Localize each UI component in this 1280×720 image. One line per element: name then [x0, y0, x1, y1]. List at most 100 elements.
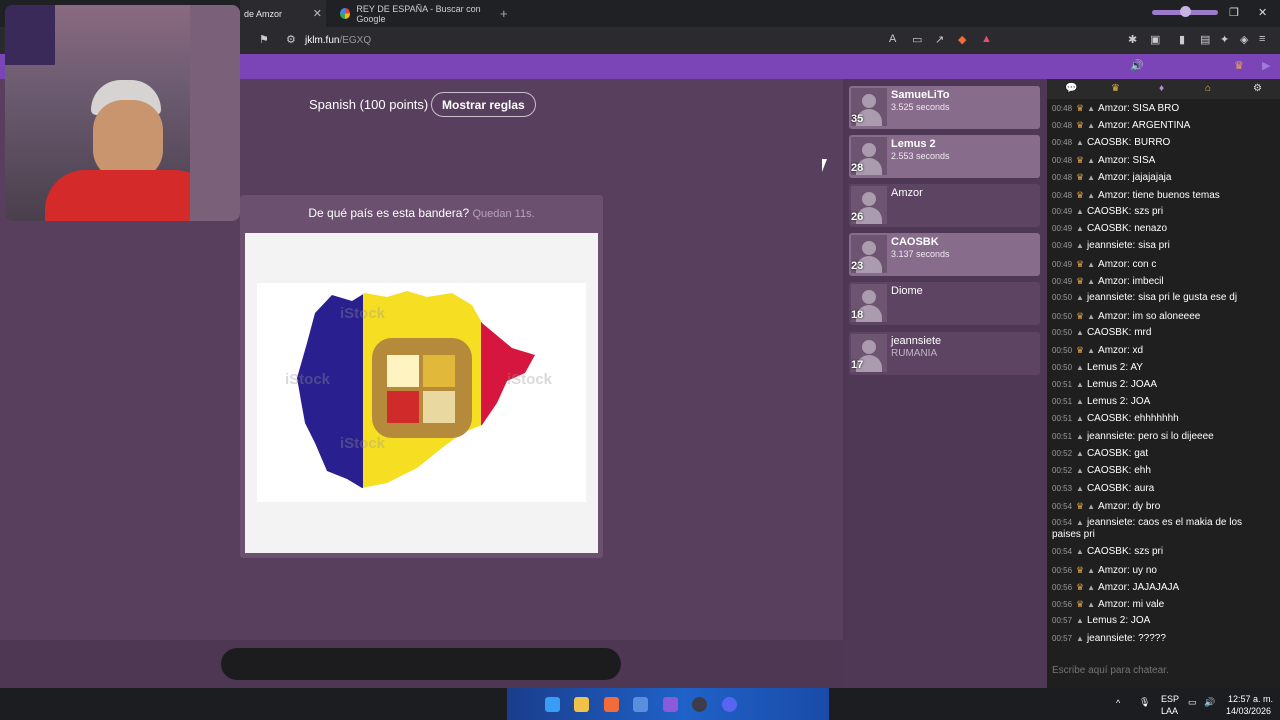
- mouse-cursor: [822, 159, 832, 172]
- extensions-icon[interactable]: ✱: [1128, 33, 1137, 46]
- answer-input[interactable]: [221, 648, 621, 680]
- vpn-icon[interactable]: ◈: [1240, 33, 1248, 46]
- user-icon: ▲: [1076, 518, 1084, 528]
- player-card[interactable]: 17 jeannsiete RUMANIA: [849, 332, 1040, 375]
- chat-user[interactable]: Lemus 2: [1087, 362, 1125, 373]
- restore-icon[interactable]: ❐: [1229, 6, 1239, 19]
- translate-icon[interactable]: A: [889, 33, 896, 45]
- chat-time: 00:56: [1052, 565, 1073, 575]
- store-icon[interactable]: [633, 697, 648, 712]
- close-window-icon[interactable]: ✕: [1258, 6, 1267, 19]
- chat-user[interactable]: CAOSBK: [1087, 327, 1129, 338]
- chat-text: ?????: [1138, 632, 1166, 644]
- chat-time: 00:56: [1052, 582, 1073, 592]
- chat-user[interactable]: CAOSBK: [1087, 483, 1129, 494]
- chat-user[interactable]: jeannsiete: [1087, 633, 1133, 644]
- chat-message: 00:54 ▲ jeannsiete: caos es el makia de lo…: [1052, 517, 1243, 541]
- tab-game[interactable]: de Amzor ✕: [240, 0, 326, 27]
- brave-browser-icon[interactable]: [604, 697, 619, 712]
- chat-user[interactable]: Amzor: [1098, 501, 1127, 512]
- bookmark-icon[interactable]: ⚑: [259, 33, 269, 46]
- chat-user[interactable]: Lemus 2: [1087, 379, 1125, 390]
- chat-user[interactable]: Amzor: [1098, 172, 1127, 183]
- tab-close-icon[interactable]: ✕: [313, 7, 322, 20]
- wallet-icon[interactable]: ▤: [1200, 33, 1210, 46]
- url-host: jklm.fun: [305, 35, 340, 46]
- chat-user[interactable]: jeannsiete: [1087, 517, 1133, 528]
- volume-slider-knob[interactable]: [1180, 6, 1191, 17]
- user-icon: ▲: [1076, 293, 1084, 303]
- chat-user[interactable]: Amzor: [1098, 155, 1127, 166]
- chat-user[interactable]: Amzor: [1098, 259, 1127, 270]
- player-card[interactable]: 18 Diome: [849, 282, 1040, 325]
- andorra-flag-map-shape: [297, 291, 535, 488]
- room-tab-icon[interactable]: ♦: [1159, 83, 1164, 94]
- chat-user[interactable]: CAOSBK: [1087, 413, 1129, 424]
- chat-user[interactable]: CAOSBK: [1087, 137, 1129, 148]
- network-icon[interactable]: ▭: [1188, 697, 1197, 708]
- chat-user[interactable]: jeannsiete: [1087, 292, 1133, 303]
- chat-message: 00:57 ▲ jeannsiete: ?????: [1052, 632, 1166, 644]
- player-card[interactable]: 35 SamueLiTo 3.525 seconds: [849, 86, 1040, 129]
- chat-user[interactable]: Amzor: [1098, 103, 1127, 114]
- chat-user[interactable]: Amzor: [1098, 565, 1127, 576]
- chat-user[interactable]: Amzor: [1098, 345, 1127, 356]
- players-tab-icon[interactable]: ♛: [1111, 83, 1120, 94]
- sidebar-icon[interactable]: ▮: [1179, 33, 1185, 46]
- clock-time[interactable]: 12:57 a. m.: [1228, 694, 1273, 704]
- chat-user[interactable]: jeannsiete: [1087, 240, 1133, 251]
- chat-time: 00:48: [1052, 155, 1073, 165]
- discord-icon[interactable]: [722, 697, 737, 712]
- player-card[interactable]: 26 Amzor: [849, 184, 1040, 227]
- tray-chevron-icon[interactable]: ^: [1116, 698, 1120, 708]
- volume-icon[interactable]: 🔊: [1130, 59, 1144, 72]
- user-icon: ▲: [1087, 346, 1096, 356]
- chat-tab-icon[interactable]: 💬: [1065, 83, 1077, 94]
- flag-image: iStock iStock iStock iStock: [257, 283, 586, 502]
- chat-user[interactable]: CAOSBK: [1087, 223, 1129, 234]
- chat-input[interactable]: [1047, 652, 1280, 688]
- cast-icon[interactable]: ▭: [912, 33, 922, 46]
- settings-tab-icon[interactable]: ⚙: [1253, 83, 1262, 94]
- tab-google[interactable]: REY DE ESPAÑA - Buscar con Google: [334, 0, 504, 27]
- chat-user[interactable]: Amzor: [1098, 276, 1127, 287]
- chat-user[interactable]: CAOSBK: [1087, 448, 1129, 459]
- volume-tray-icon[interactable]: 🔊: [1204, 697, 1215, 708]
- user-icon: ▲: [1076, 137, 1084, 147]
- url-field[interactable]: jklm.fun/EGXQ: [305, 35, 371, 46]
- chat-user[interactable]: CAOSBK: [1087, 465, 1129, 476]
- screenshot-icon[interactable]: ▣: [1150, 33, 1160, 46]
- chat-user[interactable]: CAOSBK: [1087, 546, 1129, 557]
- player-score: 18: [851, 309, 864, 321]
- chat-user[interactable]: Lemus 2: [1087, 615, 1125, 626]
- file-explorer-icon[interactable]: [574, 697, 589, 712]
- player-card[interactable]: 28 Lemus 2 2.553 seconds: [849, 135, 1040, 178]
- crown-icon[interactable]: ♛: [1234, 59, 1244, 72]
- chat-user[interactable]: Amzor: [1098, 599, 1127, 610]
- chat-user[interactable]: jeannsiete: [1087, 431, 1133, 442]
- show-rules-button[interactable]: Mostrar reglas: [431, 92, 536, 117]
- microphone-icon[interactable]: 🎙: [1139, 697, 1150, 708]
- home-tab-icon[interactable]: ⌂: [1205, 83, 1211, 94]
- chat-message: 00:57 ▲ Lemus 2: JOA: [1052, 615, 1151, 627]
- crown-icon: ♛: [1076, 189, 1085, 200]
- chat-user[interactable]: CAOSBK: [1087, 206, 1129, 217]
- chat-user[interactable]: Amzor: [1098, 120, 1127, 131]
- player-card[interactable]: 23 CAOSBK 3.137 seconds: [849, 233, 1040, 276]
- chat-user[interactable]: Amzor: [1098, 190, 1127, 201]
- play-icon[interactable]: ▶: [1262, 59, 1270, 72]
- language-code[interactable]: ESP: [1161, 694, 1179, 704]
- leo-icon[interactable]: ✦: [1220, 33, 1229, 46]
- brave-rewards-icon[interactable]: ▲: [981, 33, 992, 45]
- chat-user[interactable]: Lemus 2: [1087, 396, 1125, 407]
- menu-icon[interactable]: ≡: [1259, 33, 1265, 45]
- app-icon[interactable]: [663, 697, 678, 712]
- share-icon[interactable]: ↗: [935, 33, 944, 46]
- chat-user[interactable]: Amzor: [1098, 311, 1127, 322]
- new-tab-icon[interactable]: +: [500, 6, 508, 21]
- chat-user[interactable]: Amzor: [1098, 582, 1127, 593]
- obs-icon[interactable]: [692, 697, 707, 712]
- start-icon[interactable]: [545, 697, 560, 712]
- brave-shield-icon[interactable]: ◆: [958, 33, 966, 46]
- site-info-icon[interactable]: ⚙: [286, 33, 296, 46]
